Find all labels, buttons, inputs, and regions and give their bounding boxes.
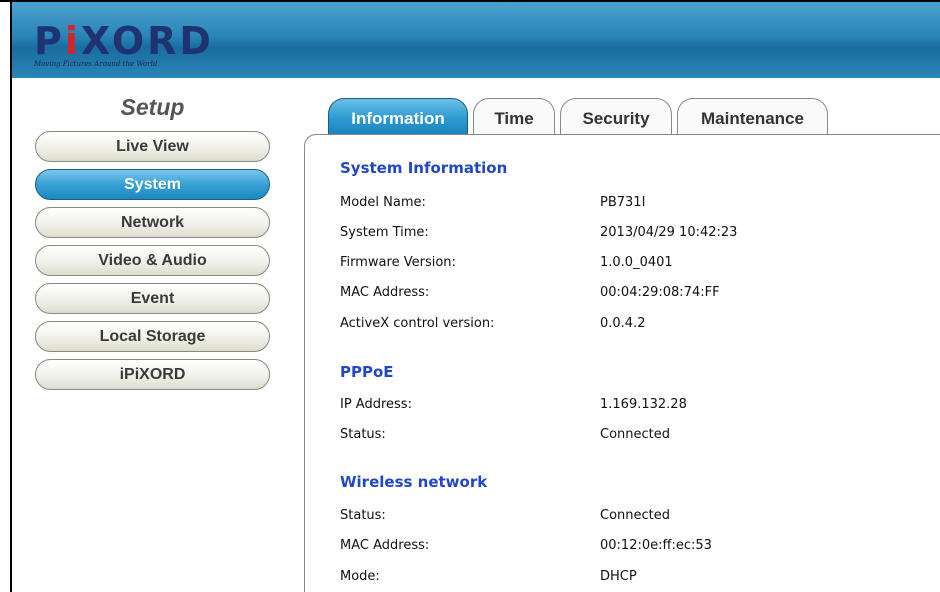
sidebar-item-video-audio[interactable]: Video & Audio: [35, 245, 270, 276]
system-time-label: System Time:: [340, 225, 429, 240]
pppoe-ip-address-label: IP Address:: [340, 397, 412, 412]
wireless-status-label: Status:: [340, 508, 386, 523]
mac-address-label: MAC Address:: [340, 285, 430, 300]
pppoe-status-label: Status:: [340, 427, 386, 442]
wireless-mode-value: DHCP: [600, 569, 637, 584]
model-name-value: PB731I: [600, 195, 646, 210]
sidebar-item-event[interactable]: Event: [35, 283, 270, 314]
sidebar-item-ipixord[interactable]: iPiXORD: [35, 359, 270, 390]
tab-security[interactable]: Security: [560, 98, 672, 134]
pixord-logo: PiXORD: [34, 19, 214, 63]
sidebar-item-local-storage[interactable]: Local Storage: [35, 321, 270, 352]
wireless-status-value: Connected: [600, 508, 671, 523]
tab-information[interactable]: Information: [328, 98, 468, 134]
wireless-mac-address-label: MAC Address:: [340, 538, 430, 553]
brand-tagline: Moving Pictures Around the World: [34, 60, 158, 68]
tab-maintenance[interactable]: Maintenance: [677, 98, 828, 134]
sidebar-item-live-view[interactable]: Live View: [35, 131, 270, 162]
activex-version-label: ActiveX control version:: [340, 316, 495, 331]
section-title-pppoe: PPPoE: [340, 363, 394, 381]
mac-address-value: 00:04:29:08:74:FF: [600, 285, 720, 300]
tab-time[interactable]: Time: [473, 98, 555, 134]
pppoe-ip-address-value: 1.169.132.28: [600, 397, 687, 412]
wireless-mode-label: Mode:: [340, 569, 380, 584]
pppoe-status-value: Connected: [600, 427, 671, 442]
header-banner: PiXORD Moving Pictures Around the World: [12, 2, 940, 78]
sidebar-title: Setup: [120, 94, 185, 120]
section-title-wireless-network: Wireless network: [340, 473, 488, 491]
wireless-mac-address-value: 00:12:0e:ff:ec:53: [600, 538, 712, 553]
window-frame-left: [10, 0, 12, 592]
sidebar-item-system[interactable]: System: [35, 169, 270, 200]
model-name-label: Model Name:: [340, 195, 426, 210]
activex-version-value: 0.0.4.2: [600, 316, 646, 331]
firmware-version-value: 1.0.0_0401: [600, 255, 673, 270]
system-time-value: 2013/04/29 10:42:23: [600, 225, 738, 240]
sidebar-item-network[interactable]: Network: [35, 207, 270, 238]
firmware-version-label: Firmware Version:: [340, 255, 456, 270]
section-title-system-information: System Information: [340, 159, 508, 177]
